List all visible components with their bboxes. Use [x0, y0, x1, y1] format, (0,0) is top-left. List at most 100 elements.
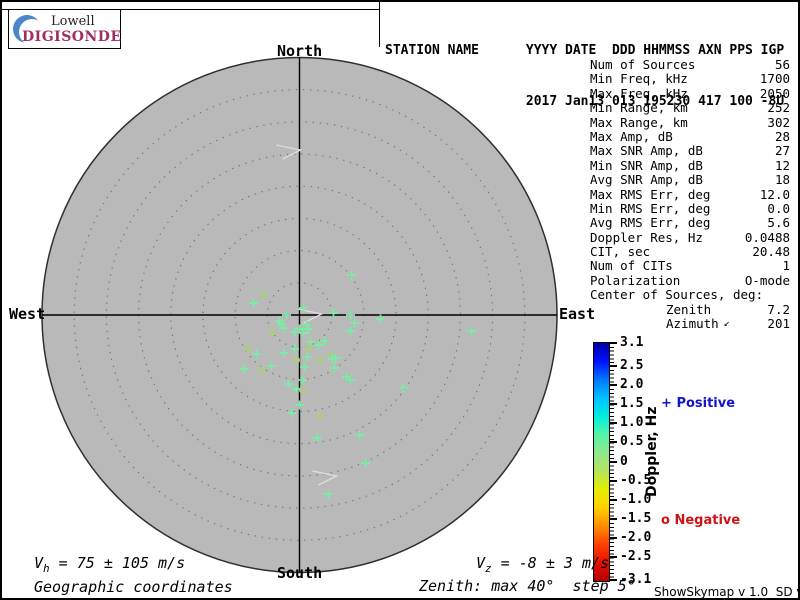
stat-label: Min RMS Err, deg	[590, 200, 711, 216]
stats-row: Max RMS Err, deg 12.0	[590, 186, 790, 202]
colorbar-major-tick	[610, 422, 617, 425]
colorbar-tick-label: 1.5	[620, 396, 644, 412]
stats-row: Min SNR Amp, dB 12	[590, 157, 790, 173]
stat-value: 20.48	[752, 244, 790, 260]
vh-symbol: V	[34, 554, 44, 572]
compass-north-label: North	[277, 42, 323, 60]
stats-row: Azimuth ↙ 201	[590, 316, 790, 332]
colorbar-tick-label: 2.5	[620, 357, 644, 373]
colorbar-tick-label: 0.5	[620, 434, 644, 450]
stat-value: 27	[774, 143, 790, 159]
colorbar-major-tick	[610, 556, 617, 559]
horizontal-velocity-readout: Vh = 75 ± 105 m/s	[34, 554, 185, 575]
stat-value: O-mode	[744, 272, 790, 288]
colorbar-major-tick	[610, 342, 617, 344]
stat-value: 2050	[759, 85, 790, 101]
colorbar-tick-label: -1.5	[620, 510, 652, 526]
stat-value: 28	[774, 128, 790, 144]
legend-positive-label: Positive	[676, 396, 736, 411]
stats-row: Min Freq, kHz 1700	[590, 71, 790, 87]
stat-value: 5.6	[767, 215, 790, 231]
colorbar-tick-label: 1.0	[620, 415, 644, 431]
colorbar-tick-label: -2.5	[620, 549, 652, 565]
colorbar-tick-label: -2.0	[620, 529, 652, 545]
plus-symbol-icon: +	[661, 396, 672, 411]
stat-value: 56	[774, 57, 790, 72]
stat-label: Polarization	[590, 272, 681, 288]
colorbar-major-tick	[610, 441, 617, 444]
stat-label: Max Freq, kHz	[590, 85, 688, 101]
stat-value: 1700	[759, 71, 790, 87]
stats-row: CIT, sec 20.48	[590, 244, 790, 260]
stat-label: Num of CITs	[590, 258, 673, 274]
stat-label: Max Amp, dB	[590, 128, 673, 144]
stat-label: Avg SNR Amp, dB	[590, 172, 703, 188]
colorbar-tick-label: 0	[620, 453, 628, 469]
stat-label: Max RMS Err, deg	[590, 186, 711, 202]
colorbar-major-tick	[610, 517, 617, 520]
stat-label: Min SNR Amp, dB	[590, 157, 703, 173]
doppler-colorbar	[593, 342, 610, 582]
colorbar-major-tick	[610, 460, 617, 463]
stat-label: Zenith	[666, 301, 712, 317]
colorbar-tick-label: 3.1	[620, 335, 644, 350]
compass-south-label: South	[277, 564, 323, 582]
stats-row: Zenith 7.2	[590, 301, 790, 317]
legend-negative-label: Negative	[674, 513, 741, 528]
vertical-velocity-readout: Vz = -8 ± 3 m/s	[476, 554, 609, 575]
colorbar-major-tick	[610, 479, 617, 482]
stat-value: 0.0488	[744, 229, 790, 245]
stats-panel: Num of Sources 56 Min Freq, kHz 1700 Max Fre…	[590, 57, 790, 332]
azimuth-direction-arrow-icon: ↙	[723, 318, 730, 330]
stat-value: 0.0	[767, 200, 790, 216]
stat-value: 18	[774, 172, 790, 188]
compass-west-label: West	[9, 305, 46, 323]
stats-row: Polarization O-mode	[590, 272, 790, 288]
vz-value: = -8 ± 3 m/s	[491, 554, 610, 572]
stat-label: Avg RMS Err, deg	[590, 215, 711, 231]
stats-row: Doppler Res, Hz 0.0488	[590, 229, 790, 245]
stats-row: Center of Sources, deg:	[590, 287, 790, 303]
stats-row: Max Amp, dB 28	[590, 128, 790, 144]
circle-symbol-icon: o	[661, 513, 670, 528]
software-version-label: ShowSkymap v 1.0 SD v 5.1	[654, 585, 798, 599]
stats-row: Max Range, km 302	[590, 114, 790, 130]
stat-value: 12	[774, 157, 790, 173]
colorbar-tick-label: -1.0	[620, 491, 652, 507]
showskymap-window: Lowell DIGISONDE STATION NAME YYYY DATE …	[0, 0, 800, 600]
stats-row: Num of CITs 1	[590, 258, 790, 274]
stat-label: Max SNR Amp, dB	[590, 143, 703, 159]
stat-label: Center of Sources, deg:	[590, 287, 764, 303]
stats-row: Avg SNR Amp, dB 18	[590, 172, 790, 188]
colorbar-tick-label: -0.5	[620, 472, 652, 488]
stats-row: Avg RMS Err, deg 5.6	[590, 215, 790, 231]
colorbar-major-tick	[610, 364, 617, 367]
stat-value: 302	[767, 114, 790, 130]
stats-row: Max Freq, kHz 2050	[590, 85, 790, 101]
stat-value: 252	[767, 100, 790, 116]
colorbar-major-tick	[610, 403, 617, 406]
colorbar-major-tick	[610, 498, 617, 501]
stats-row: Min Range, km 252	[590, 100, 790, 116]
stat-value: 7.2	[767, 301, 790, 317]
colorbar-tick-label: -3.1	[620, 572, 652, 587]
stats-row: Max SNR Amp, dB 27	[590, 143, 790, 159]
legend-positive: + Positive	[661, 396, 735, 411]
stat-label: Azimuth	[666, 316, 719, 332]
vz-subscript: z	[485, 562, 492, 575]
stat-label: Num of Sources	[590, 57, 696, 72]
coordinate-system-label: Geographic coordinates	[34, 578, 233, 596]
legend-negative: o Negative	[661, 513, 740, 528]
vh-subscript: h	[43, 562, 50, 575]
stat-value: 1	[782, 258, 790, 274]
stat-label: Doppler Res, Hz	[590, 229, 703, 245]
stat-label: Min Range, km	[590, 100, 688, 116]
stats-row: Num of Sources 56	[590, 57, 790, 72]
stat-label: Max Range, km	[590, 114, 688, 130]
zenith-scale-note: Zenith: max 40° step 5°	[419, 577, 636, 595]
stat-value: 201	[767, 316, 790, 332]
stat-label: Min Freq, kHz	[590, 71, 688, 87]
stat-value: 12.0	[759, 186, 790, 202]
colorbar-major-tick	[610, 536, 617, 539]
stat-label: CIT, sec	[590, 244, 651, 260]
